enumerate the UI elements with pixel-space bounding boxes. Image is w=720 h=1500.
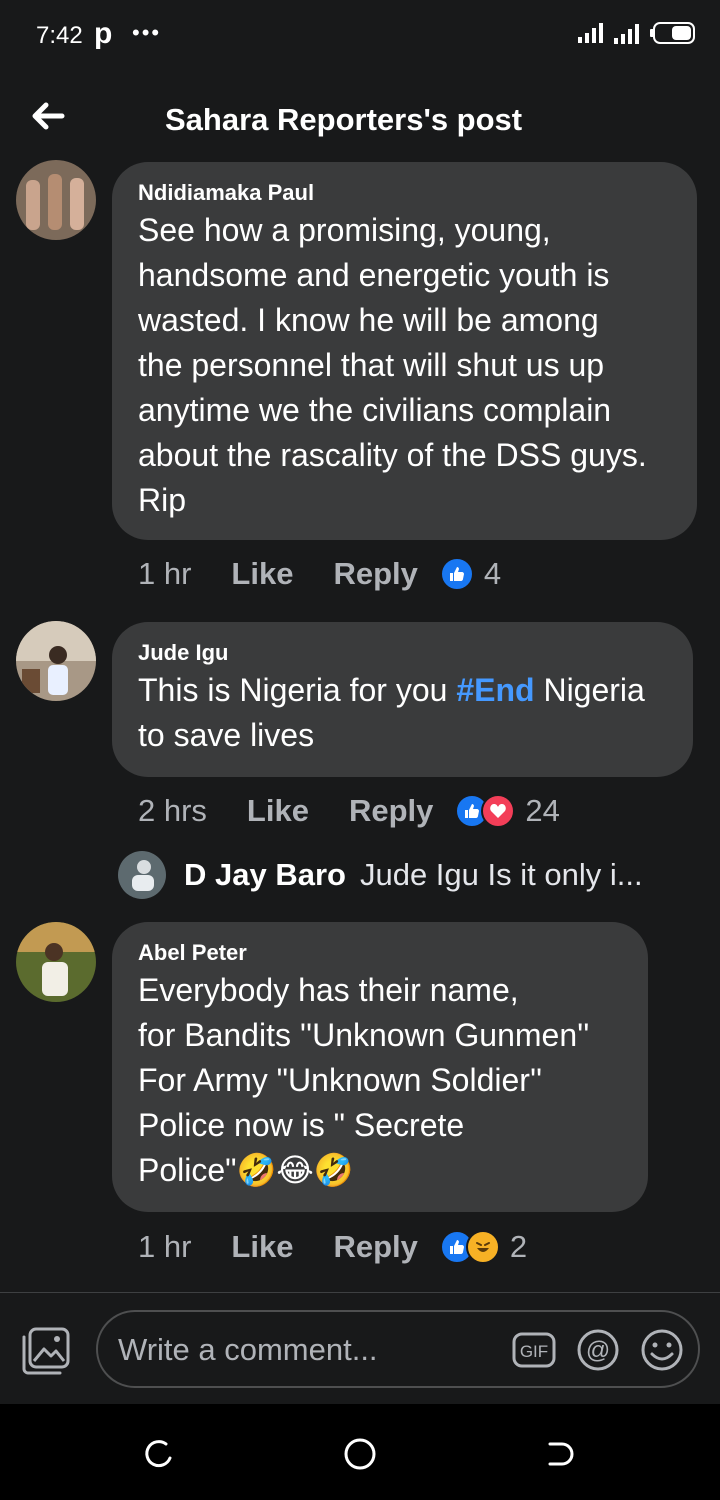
emoji-icon[interactable] bbox=[640, 1328, 684, 1372]
avatar[interactable] bbox=[16, 621, 96, 701]
reply-preview[interactable]: D Jay Baro Jude Igu Is it only i... bbox=[118, 850, 643, 900]
reply-button[interactable]: Reply bbox=[349, 793, 433, 829]
avatar bbox=[118, 851, 166, 899]
comment-text: See how a promising, young, handsome and… bbox=[138, 212, 647, 518]
more-notifications-icon: ••• bbox=[132, 20, 162, 45]
hashtag-link[interactable]: #End bbox=[456, 672, 534, 708]
comment-author[interactable]: Abel Peter bbox=[138, 940, 247, 966]
like-button[interactable]: Like bbox=[247, 793, 309, 829]
status-icons bbox=[578, 22, 696, 44]
mention-icon[interactable]: @ bbox=[576, 1328, 620, 1372]
system-navigation-bar bbox=[0, 1404, 720, 1500]
status-time: 7:42 bbox=[36, 22, 83, 49]
comment-text: Everybody has their name, for Bandits ''… bbox=[138, 972, 590, 1188]
comment-author[interactable]: Jude Igu bbox=[138, 640, 228, 666]
reactions[interactable] bbox=[439, 1230, 500, 1264]
comment-time[interactable]: 2 hrs bbox=[138, 793, 207, 829]
reaction-count[interactable]: 4 bbox=[484, 556, 501, 592]
comment-composer: GIF @ bbox=[0, 1292, 720, 1404]
reply-button[interactable]: Reply bbox=[333, 556, 417, 592]
avatar[interactable] bbox=[16, 922, 96, 1002]
reply-text[interactable]: Jude Igu Is it only i... bbox=[360, 857, 643, 893]
comment-bubble: Abel Peter Everybody has their name, for… bbox=[112, 922, 648, 1212]
reactions[interactable] bbox=[455, 794, 516, 828]
page-title: Sahara Reporters's post bbox=[165, 102, 523, 137]
avatar[interactable] bbox=[16, 160, 96, 240]
haha-reaction-icon bbox=[465, 1230, 500, 1264]
like-button[interactable]: Like bbox=[231, 1229, 293, 1265]
comment-author[interactable]: Ndidiamaka Paul bbox=[138, 180, 314, 206]
love-reaction-icon bbox=[481, 794, 516, 828]
comment-text: This is Nigeria for you #End Nigeria to … bbox=[138, 672, 645, 753]
svg-text:@: @ bbox=[586, 1337, 610, 1364]
gif-label: GIF bbox=[520, 1342, 548, 1361]
reactions[interactable] bbox=[439, 557, 474, 591]
gif-icon[interactable]: GIF bbox=[512, 1328, 556, 1372]
home-icon[interactable] bbox=[342, 1436, 378, 1472]
status-bar: 7:42 p ••• bbox=[0, 0, 720, 72]
reply-author[interactable]: D Jay Baro bbox=[184, 857, 346, 893]
post-header: Sahara Reporters's post bbox=[0, 72, 720, 168]
photo-icon[interactable] bbox=[20, 1325, 72, 1375]
comment-input[interactable] bbox=[118, 1332, 498, 1368]
signal-icon bbox=[578, 23, 603, 43]
comment-actions: 1 hr Like Reply 4 bbox=[138, 554, 501, 594]
reaction-count[interactable]: 2 bbox=[510, 1229, 527, 1265]
app-notification-icon: p bbox=[94, 17, 113, 50]
comment-bubble: Jude Igu This is Nigeria for you #End Ni… bbox=[112, 622, 693, 777]
comment-actions: 2 hrs Like Reply 24 bbox=[138, 791, 560, 831]
like-button[interactable]: Like bbox=[231, 556, 293, 592]
comment-time[interactable]: 1 hr bbox=[138, 1229, 191, 1265]
like-reaction-icon bbox=[439, 557, 474, 591]
comment-actions: 1 hr Like Reply 2 bbox=[138, 1227, 527, 1267]
comment-input-container[interactable]: GIF @ bbox=[96, 1310, 700, 1388]
back-icon[interactable] bbox=[542, 1436, 578, 1472]
back-arrow-icon[interactable] bbox=[28, 96, 68, 136]
reply-button[interactable]: Reply bbox=[333, 1229, 417, 1265]
signal-icon bbox=[614, 24, 639, 44]
comment-time[interactable]: 1 hr bbox=[138, 556, 191, 592]
battery-icon bbox=[650, 22, 695, 44]
recents-icon[interactable] bbox=[142, 1436, 178, 1472]
reaction-count[interactable]: 24 bbox=[525, 793, 559, 829]
comment-bubble: Ndidiamaka Paul See how a promising, you… bbox=[112, 162, 697, 540]
